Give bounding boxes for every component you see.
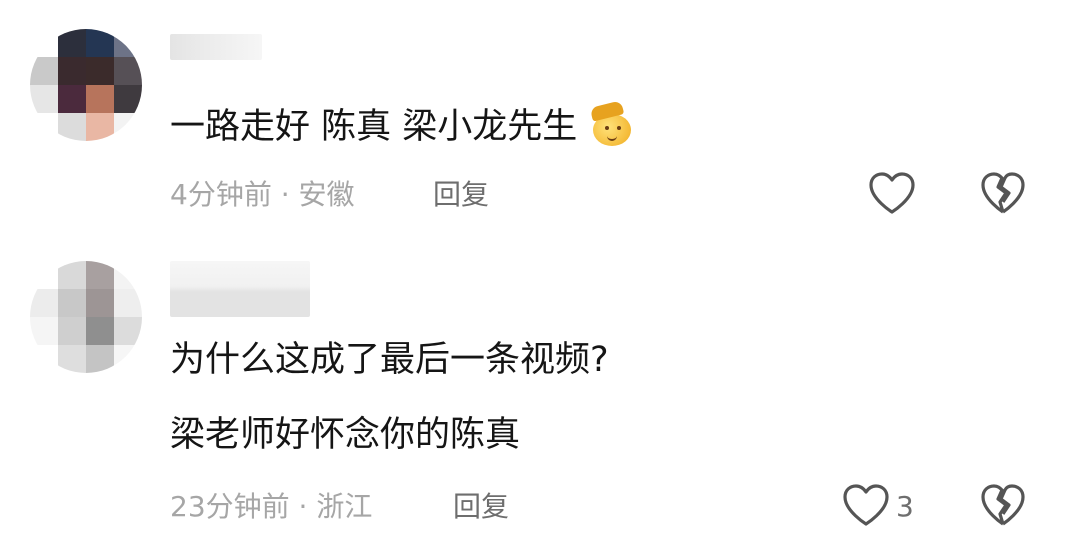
reply-button[interactable]: 回复 <box>453 490 509 524</box>
avatar[interactable] <box>30 29 142 141</box>
comment-location: 安徽 <box>298 178 355 211</box>
comment-text: 一路走好 陈真 梁小龙先生 <box>170 100 633 149</box>
comment-location: 浙江 <box>316 490 373 523</box>
like-button[interactable] <box>866 170 918 216</box>
comment-meta: 4分钟前 · 安徽 <box>170 178 355 212</box>
comment-text-line: 梁老师好怀念你的陈真 <box>170 415 521 455</box>
comment-time: 23分钟前 <box>170 490 290 523</box>
heart-icon <box>843 484 889 526</box>
comment-meta: 23分钟前 · 浙江 <box>170 490 372 524</box>
username-blurred[interactable] <box>170 34 262 60</box>
dislike-button[interactable] <box>978 482 1028 528</box>
broken-heart-icon <box>981 484 1025 526</box>
comment-time: 4分钟前 <box>170 178 272 211</box>
heart-icon <box>869 172 915 214</box>
comment-item: 一路走好 陈真 梁小龙先生 4分钟前 · 安徽 回复 <box>0 0 1080 250</box>
meta-separator: · <box>271 178 299 211</box>
like-count: 3 <box>896 490 914 523</box>
username-blurred[interactable] <box>170 261 310 317</box>
avatar[interactable] <box>30 261 142 373</box>
comment-text-content: 一路走好 陈真 梁小龙先生 <box>170 107 578 147</box>
dislike-button[interactable] <box>978 170 1028 216</box>
reply-button[interactable]: 回复 <box>433 178 489 212</box>
saluting-face-icon <box>590 100 633 146</box>
like-button[interactable] <box>840 482 892 528</box>
meta-separator: · <box>289 490 317 523</box>
broken-heart-icon <box>981 172 1025 214</box>
comment-item: 为什么这成了最后一条视频? 梁老师好怀念你的陈真 23分钟前 · 浙江 回复 3 <box>0 250 1080 541</box>
comment-text-line: 为什么这成了最后一条视频? <box>170 340 609 380</box>
